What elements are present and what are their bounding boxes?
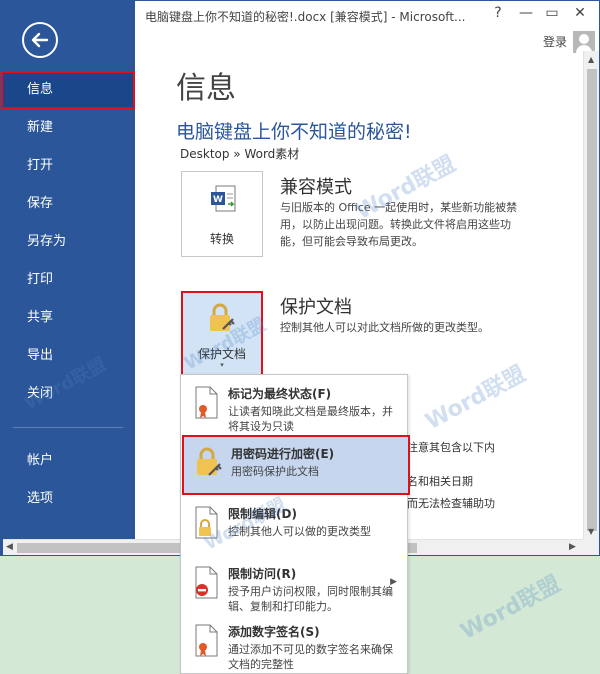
window-title: 电脑键盘上你不知道的秘密!.docx [兼容模式] - Microsoft... <box>145 10 466 24</box>
protect-heading: 保护文档 <box>280 297 352 318</box>
menu-item-title: 用密码进行加密(E) <box>231 447 335 461</box>
inspect-text-line-2: 名和相关日期 <box>407 475 473 488</box>
sidebar-item-print[interactable]: 打印 <box>1 261 135 299</box>
breadcrumb[interactable]: Desktop » Word素材 <box>180 145 299 162</box>
sidebar-nav: 信息 新建 打开 保存 另存为 打印 共享 导出 关闭 帐户 选项 <box>1 71 135 518</box>
scroll-left-icon[interactable]: ◀ <box>6 542 13 552</box>
vertical-scroll-thumb[interactable] <box>587 69 597 531</box>
inspect-text-line-1: 注意其包含以下内 <box>407 441 495 454</box>
restore-button[interactable]: ▭ <box>541 5 563 21</box>
document-title: 电脑键盘上你不知道的秘密! <box>176 121 412 143</box>
compat-heading: 兼容模式 <box>280 177 352 198</box>
menu-item-description: 通过添加不可见的数字签名来确保文档的完整性 <box>228 643 393 671</box>
sidebar-item-account[interactable]: 帐户 <box>1 442 135 480</box>
menu-item-restrict-access[interactable]: 限制访问(R) 授予用户访问权限，同时限制其编辑、复制和打印能力。 ▶ <box>181 557 407 617</box>
protect-document-button[interactable]: 保护文档 ▾ <box>181 291 263 377</box>
ribbon-document-icon <box>195 624 218 657</box>
sidebar-item-open[interactable]: 打开 <box>1 147 135 185</box>
help-button[interactable]: ? <box>487 5 509 21</box>
backstage-sidebar: 信息 新建 打开 保存 另存为 打印 共享 导出 关闭 帐户 选项 <box>1 1 135 555</box>
sidebar-item-share[interactable]: 共享 <box>1 299 135 337</box>
convert-button[interactable]: W 转换 <box>181 171 263 257</box>
compat-description: 与旧版本的 Office 一起使用时，某些新功能被禁用，以防止出现问题。转换此文… <box>280 201 518 248</box>
menu-item-title: 标记为最终状态(F) <box>228 387 332 401</box>
avatar[interactable] <box>573 31 595 53</box>
title-bar: 电脑键盘上你不知道的秘密!.docx [兼容模式] - Microsoft...… <box>135 1 599 53</box>
arrow-left-circle-icon <box>31 32 49 48</box>
menu-item-title: 限制访问(R) <box>228 567 297 581</box>
minimize-button[interactable]: — <box>515 5 537 21</box>
word-document-icon: W <box>211 185 236 212</box>
close-button[interactable]: ✕ <box>569 5 591 21</box>
convert-button-label: 转换 <box>209 232 234 246</box>
submenu-arrow-icon: ▶ <box>390 577 397 587</box>
menu-item-mark-as-final[interactable]: 标记为最终状态(F) 让读者知晓此文档是最终版本，并将其设为只读 <box>181 377 407 437</box>
ribbon-document-icon <box>195 386 218 419</box>
sidebar-item-close[interactable]: 关闭 <box>1 375 135 413</box>
lock-key-icon <box>210 303 235 331</box>
menu-item-restrict-editing[interactable]: 限制编辑(D) 控制其他人可以做的更改类型 <box>181 497 407 557</box>
page-title: 信息 <box>176 71 236 106</box>
menu-item-title: 限制编辑(D) <box>228 507 297 521</box>
watermark: Word联盟 <box>456 571 565 645</box>
sidebar-item-save[interactable]: 保存 <box>1 185 135 223</box>
menu-item-description: 用密码保护此文档 <box>231 465 319 478</box>
menu-item-description: 控制其他人可以做的更改类型 <box>228 525 371 538</box>
sidebar-item-info[interactable]: 信息 <box>1 71 135 109</box>
scrollbar-corner <box>583 539 599 555</box>
protect-description: 控制其他人可以对此文档所做的更改类型。 <box>280 321 489 334</box>
protect-document-label: 保护文档 <box>197 347 246 361</box>
svg-text:W: W <box>213 195 223 205</box>
menu-item-description: 让读者知晓此文档是最终版本，并将其设为只读 <box>228 405 393 433</box>
sidebar-item-new[interactable]: 新建 <box>1 109 135 147</box>
menu-item-add-digital-signature[interactable]: 添加数字签名(S) 通过添加不可见的数字签名来确保文档的完整性 <box>181 615 407 674</box>
chevron-down-icon: ▾ <box>220 361 224 369</box>
scroll-down-icon[interactable]: ▼ <box>588 527 594 536</box>
sidebar-item-export[interactable]: 导出 <box>1 337 135 375</box>
protect-document-menu: 标记为最终状态(F) 让读者知晓此文档是最终版本，并将其设为只读 用密码进行加密… <box>180 374 410 674</box>
menu-item-title: 添加数字签名(S) <box>228 625 320 639</box>
lock-key-icon <box>197 447 222 476</box>
signin-link[interactable]: 登录 <box>543 33 567 50</box>
document-no-entry-icon <box>195 566 218 599</box>
sidebar-item-options[interactable]: 选项 <box>1 480 135 518</box>
scroll-up-icon[interactable]: ▲ <box>588 55 594 64</box>
scroll-right-icon[interactable]: ▶ <box>569 542 576 552</box>
sidebar-divider <box>13 427 123 428</box>
back-button[interactable] <box>22 22 58 58</box>
inspect-text-line-3: 而无法检查辅助功 <box>407 497 495 510</box>
menu-item-description: 授予用户访问权限，同时限制其编辑、复制和打印能力。 <box>228 585 393 613</box>
vertical-scrollbar[interactable]: ▲ ▼ <box>583 51 599 539</box>
menu-item-encrypt-with-password[interactable]: 用密码进行加密(E) 用密码保护此文档 <box>182 435 410 495</box>
document-lock-icon <box>195 506 218 539</box>
sidebar-item-save-as[interactable]: 另存为 <box>1 223 135 261</box>
